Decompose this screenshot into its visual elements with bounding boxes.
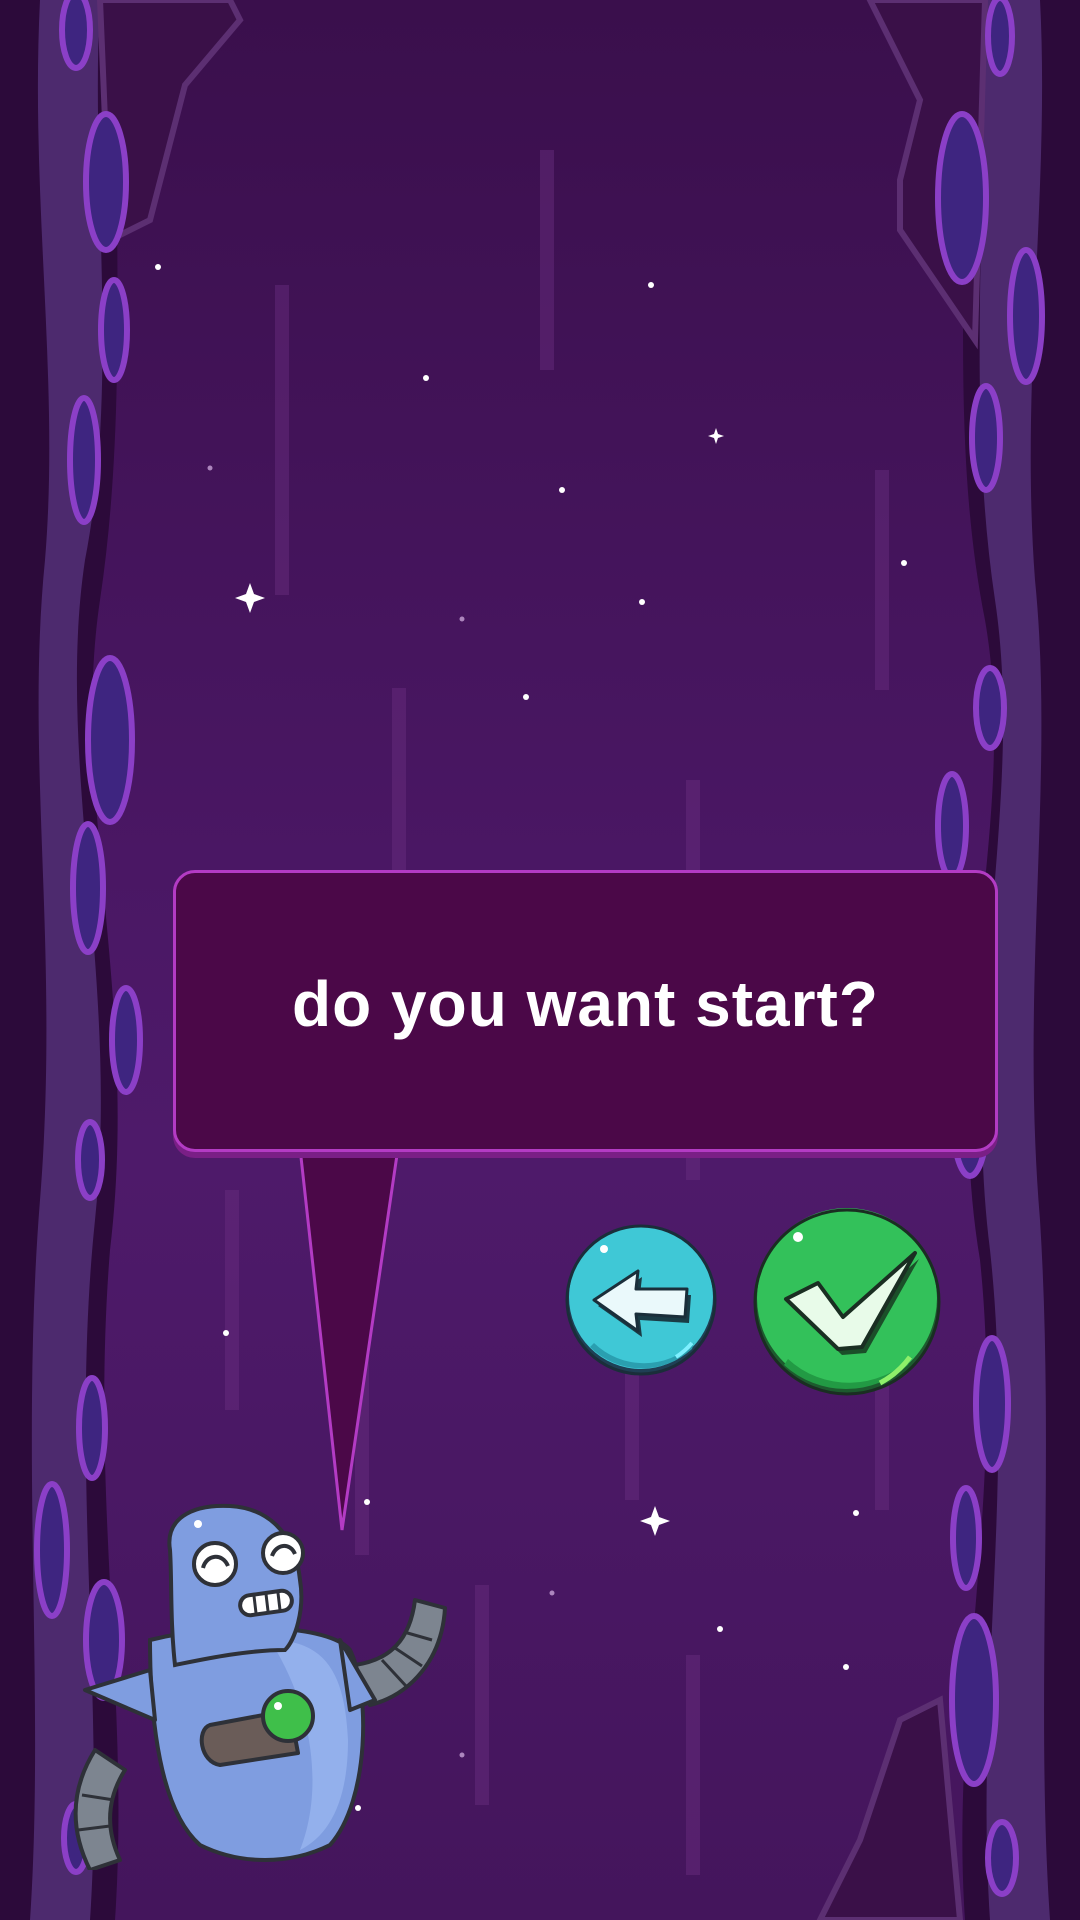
arrow-left-icon <box>565 1224 717 1376</box>
speech-bubble-tail <box>298 1148 400 1531</box>
dialog-question: do you want start? <box>292 968 879 1040</box>
dialog-box: do you want start? <box>173 870 998 1152</box>
robot-character <box>73 1503 447 1870</box>
checkmark-icon <box>753 1208 941 1396</box>
confirm-button[interactable] <box>752 1207 942 1397</box>
back-button[interactable] <box>564 1223 718 1377</box>
game-scene: do you want start? <box>0 0 1080 1920</box>
